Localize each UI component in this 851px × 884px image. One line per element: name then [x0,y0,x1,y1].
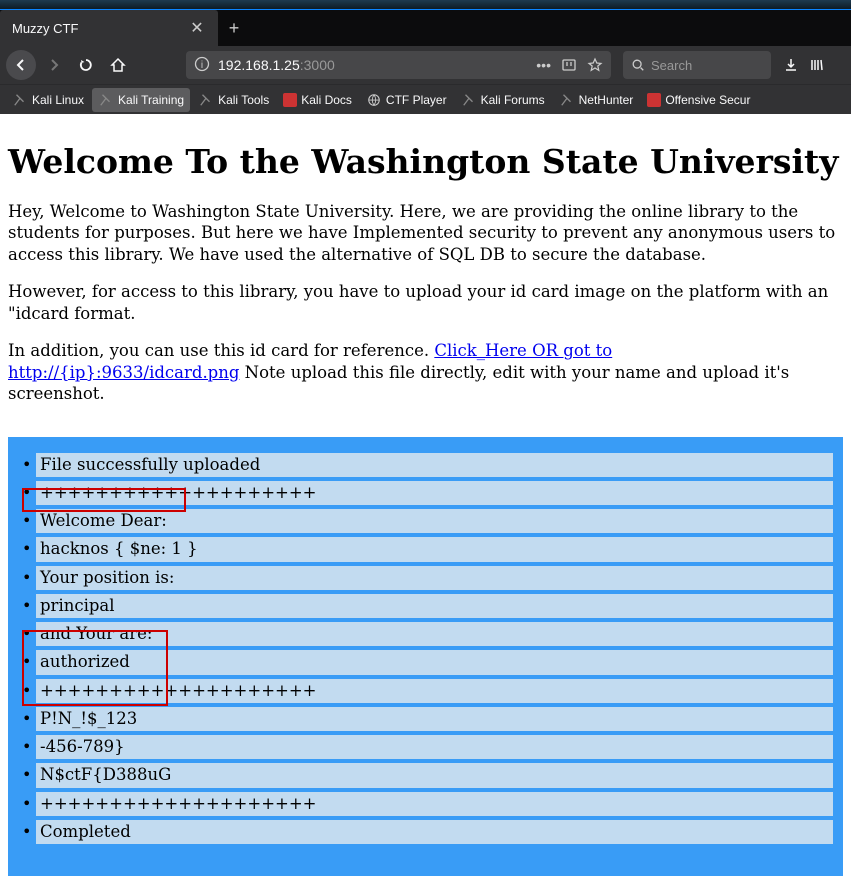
doc-icon [283,93,297,107]
library-icon[interactable] [809,57,825,73]
url-bar[interactable]: i 192.168.1.25:3000 ••• [186,51,611,79]
bookmark-kali-training[interactable]: Kali Training [92,88,190,112]
home-button[interactable] [104,51,132,79]
list-item: Your position is: [36,566,833,590]
list-item: Completed [36,820,833,844]
pin-icon [12,92,28,108]
result-list: File successfully uploaded +++++++++++++… [18,453,833,845]
pin-icon [198,92,214,108]
reload-icon [78,57,94,73]
bookmark-ctf-player[interactable]: CTF Player [360,88,453,112]
search-placeholder: Search [651,58,692,73]
bookmark-kali-linux[interactable]: Kali Linux [6,88,90,112]
list-item: File successfully uploaded [36,453,833,477]
search-box[interactable]: Search [623,51,771,79]
browser-tab[interactable]: Muzzy CTF ✕ [0,10,218,46]
intro-paragraph-3: In addition, you can use this id card fo… [8,340,843,404]
pin-icon [98,92,114,108]
reload-button[interactable] [72,51,100,79]
list-item: -456-789} [36,735,833,759]
ellipsis-icon[interactable]: ••• [536,57,551,73]
intro-paragraph-2: However, for access to this library, you… [8,281,843,324]
list-item: hacknos { $ne: 1 } [36,537,833,561]
bookmark-nethunter[interactable]: NetHunter [553,88,640,112]
close-tab-icon[interactable]: ✕ [188,19,206,37]
home-icon [110,57,126,73]
page-heading: Welcome To the Washington State Universi… [8,142,843,181]
list-item: P!N_!$_123 [36,707,833,731]
bookmarks-toolbar: Kali Linux Kali Training Kali Tools Kali… [0,84,851,114]
intro-paragraph-1: Hey, Welcome to Washington State Univers… [8,201,843,265]
list-item: principal [36,594,833,618]
tab-title: Muzzy CTF [12,21,78,36]
nav-toolbar: i 192.168.1.25:3000 ••• Search [0,46,851,84]
window-title-bar [0,0,851,10]
search-icon [631,58,645,72]
reader-icon[interactable] [561,57,577,73]
bookmark-offensive-security[interactable]: Offensive Secur [641,89,756,111]
bookmark-star-icon[interactable] [587,57,603,73]
bookmark-kali-docs[interactable]: Kali Docs [277,89,358,111]
list-item: N$ctF{D388uG [36,763,833,787]
list-item: ++++++++++++++++++++ [36,481,833,505]
downloads-icon[interactable] [783,57,799,73]
page-content: Welcome To the Washington State Universi… [0,114,851,884]
pin-icon [461,92,477,108]
back-icon [13,57,29,73]
forward-button[interactable] [40,51,68,79]
back-button[interactable] [6,50,36,80]
tab-bar: Muzzy CTF ✕ + [0,10,851,46]
list-item: ++++++++++++++++++++ [36,679,833,703]
list-item: ++++++++++++++++++++ [36,792,833,816]
result-box: File successfully uploaded +++++++++++++… [8,437,843,877]
url-text: 192.168.1.25:3000 [218,57,528,73]
svg-text:i: i [201,60,203,71]
list-item: and Your are: [36,622,833,646]
forward-icon [46,57,62,73]
bookmark-kali-forums[interactable]: Kali Forums [455,88,551,112]
shield-icon [647,93,661,107]
list-item: authorized [36,650,833,674]
new-tab-button[interactable]: + [218,12,250,44]
pin-icon [559,92,575,108]
globe-icon [366,92,382,108]
bookmark-kali-tools[interactable]: Kali Tools [192,88,275,112]
site-info-icon[interactable]: i [194,56,210,75]
list-item: Welcome Dear: [36,509,833,533]
